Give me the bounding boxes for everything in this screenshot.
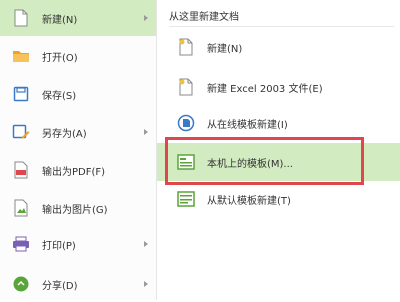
menu-item-new[interactable]: 新建(N) bbox=[0, 0, 156, 36]
save-as-icon bbox=[12, 123, 30, 141]
submenu-item-label: 从在线模板新建(I) bbox=[207, 119, 288, 131]
menu-item-print[interactable]: 打印(P) bbox=[0, 226, 156, 262]
default-template-icon bbox=[177, 190, 195, 208]
menu-item-label: 保存(S) bbox=[42, 90, 77, 102]
menu-item-export-image[interactable]: 输出为图片(G) bbox=[0, 190, 156, 226]
submenu-item-label: 本机上的模板(M)... bbox=[207, 158, 293, 170]
submenu-header: 从这里新建文档 bbox=[169, 12, 239, 23]
submenu-item-label: 从默认模板新建(T) bbox=[207, 195, 291, 207]
menu-item-label: 输出为图片(G) bbox=[42, 204, 108, 216]
new-submenu: 从这里新建文档 新建(N) 新建 Excel 2003 文件(E) 从在线模板新… bbox=[157, 0, 400, 300]
image-export-icon bbox=[12, 199, 30, 217]
submenu-item-label: 新建 Excel 2003 文件(E) bbox=[207, 83, 323, 95]
chevron-right-icon bbox=[144, 129, 148, 135]
submenu-item-label: 新建(N) bbox=[207, 43, 243, 55]
save-icon bbox=[12, 85, 30, 103]
submenu-item-local-template[interactable]: 本机上的模板(M)... bbox=[157, 143, 400, 181]
submenu-item-new-excel[interactable]: 新建 Excel 2003 文件(E) bbox=[157, 70, 400, 104]
chevron-right-icon bbox=[144, 241, 148, 247]
chevron-right-icon bbox=[144, 15, 148, 21]
menu-item-export-pdf[interactable]: 输出为PDF(F) bbox=[0, 152, 156, 188]
folder-icon bbox=[12, 47, 30, 65]
menu-item-label: 打开(O) bbox=[42, 52, 78, 64]
menu-item-label: 新建(N) bbox=[42, 14, 78, 26]
local-template-icon bbox=[177, 153, 195, 171]
new-doc-icon bbox=[12, 9, 30, 27]
menu-item-share[interactable]: 分享(D) bbox=[0, 266, 156, 302]
new-excel-icon bbox=[177, 78, 195, 96]
menu-item-save[interactable]: 保存(S) bbox=[0, 76, 156, 112]
menu-item-save-as[interactable]: 另存为(A) bbox=[0, 114, 156, 150]
submenu-item-online-template[interactable]: 从在线模板新建(I) bbox=[157, 106, 400, 140]
chevron-right-icon bbox=[144, 281, 148, 287]
menu-item-label: 输出为PDF(F) bbox=[42, 166, 106, 178]
file-menu: 新建(N) 打开(O) 保存(S) 另存为(A) 输出为PDF(F) 输出为图片… bbox=[0, 0, 157, 300]
online-template-icon bbox=[177, 114, 195, 132]
pdf-icon bbox=[12, 161, 30, 179]
menu-item-label: 打印(P) bbox=[42, 240, 76, 252]
submenu-item-new[interactable]: 新建(N) bbox=[157, 30, 400, 64]
submenu-item-default-template[interactable]: 从默认模板新建(T) bbox=[157, 182, 400, 216]
new-doc-icon bbox=[177, 38, 195, 56]
divider bbox=[169, 26, 394, 27]
printer-icon bbox=[12, 235, 30, 253]
menu-item-open[interactable]: 打开(O) bbox=[0, 38, 156, 74]
share-icon bbox=[12, 275, 30, 293]
menu-item-label: 分享(D) bbox=[42, 280, 78, 292]
menu-item-label: 另存为(A) bbox=[42, 128, 87, 140]
